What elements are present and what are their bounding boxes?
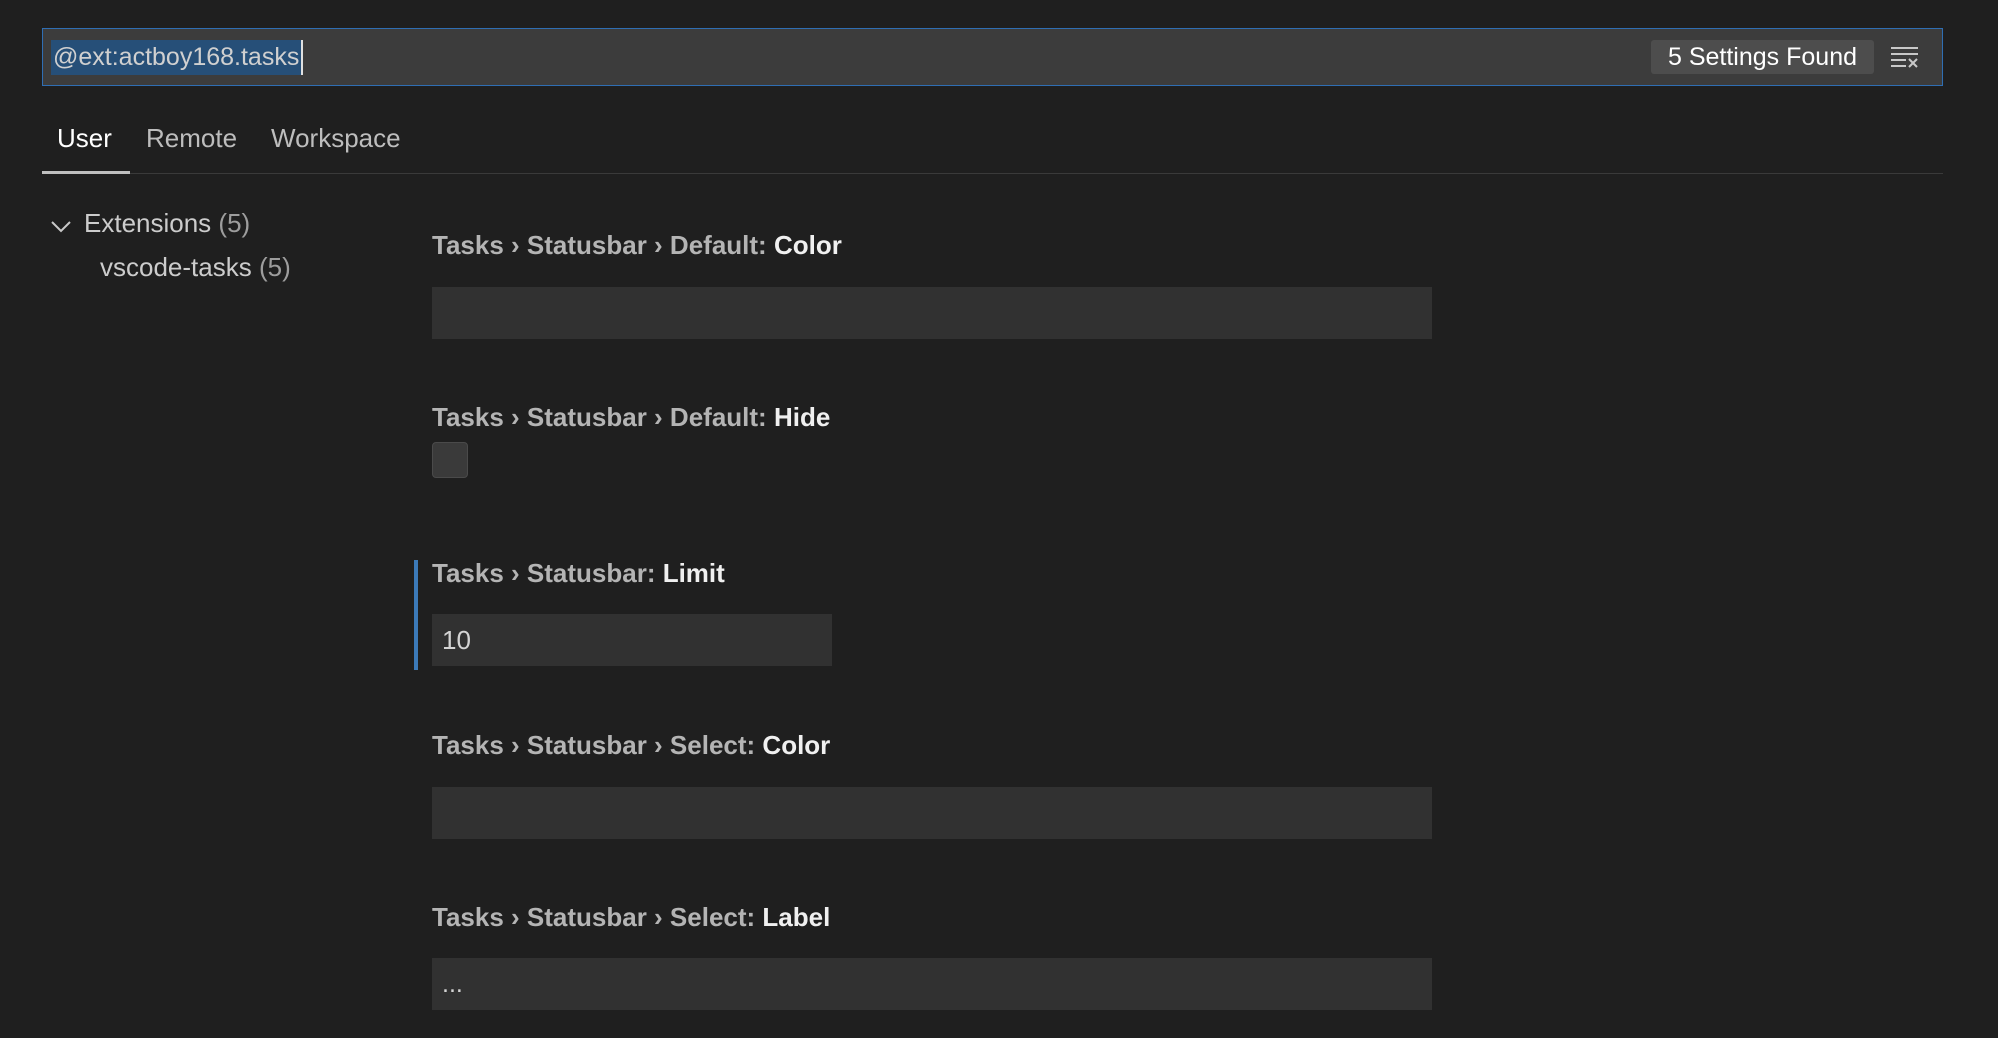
setting-title-limit: Tasks › Statusbar: Limit — [432, 558, 725, 589]
tree-item-label: vscode-tasks — [100, 252, 252, 282]
settings-editor: @ext:actboy168.tasks 5 Settings Found Us… — [0, 0, 1998, 1038]
results-count-badge: 5 Settings Found — [1650, 40, 1874, 74]
settings-search-input[interactable]: @ext:actboy168.tasks 5 Settings Found — [42, 28, 1943, 86]
setting-title-default-hide: Tasks › Statusbar › Default: Hide — [432, 402, 830, 433]
setting-key: Label — [762, 902, 831, 932]
tree-item-label: Extensions — [84, 208, 212, 238]
setting-key: Color — [762, 730, 831, 760]
setting-focus-indicator — [414, 560, 418, 670]
setting-title-select-color: Tasks › Statusbar › Select: Color — [432, 730, 830, 761]
clear-filter-icon[interactable] — [1890, 44, 1920, 70]
setting-key: Color — [773, 230, 842, 260]
setting-category: Tasks › Statusbar › Select: — [432, 730, 763, 760]
default-color-input[interactable] — [432, 287, 1432, 339]
setting-key: Limit — [662, 558, 725, 588]
limit-input[interactable]: 10 — [432, 614, 832, 666]
default-hide-checkbox[interactable] — [432, 442, 468, 478]
setting-title-select-label: Tasks › Statusbar › Select: Label — [432, 902, 830, 933]
tree-item-vscode-tasks[interactable]: vscode-tasks (5) — [100, 252, 291, 283]
tree-item-count: (5) — [218, 208, 251, 238]
tree-item-extensions[interactable]: Extensions (5) — [84, 208, 250, 239]
tab-remote[interactable]: Remote — [146, 123, 237, 154]
search-query-text[interactable]: @ext:actboy168.tasks — [51, 40, 304, 75]
setting-category: Tasks › Statusbar: — [432, 558, 663, 588]
setting-category: Tasks › Statusbar › Default: — [432, 230, 774, 260]
chevron-down-icon[interactable] — [50, 215, 72, 237]
tree-item-count: (5) — [258, 252, 291, 282]
setting-category: Tasks › Statusbar › Default: — [432, 402, 774, 432]
setting-category: Tasks › Statusbar › Select: — [432, 902, 763, 932]
settings-scope-tabs: User Remote Workspace — [42, 111, 1943, 174]
tab-user[interactable]: User — [57, 123, 112, 154]
setting-title-default-color: Tasks › Statusbar › Default: Color — [432, 230, 842, 261]
setting-key: Hide — [773, 402, 831, 432]
select-label-input[interactable]: ... — [432, 958, 1432, 1010]
select-color-input[interactable] — [432, 787, 1432, 839]
active-tab-underline — [42, 171, 130, 174]
tab-workspace[interactable]: Workspace — [271, 123, 401, 154]
